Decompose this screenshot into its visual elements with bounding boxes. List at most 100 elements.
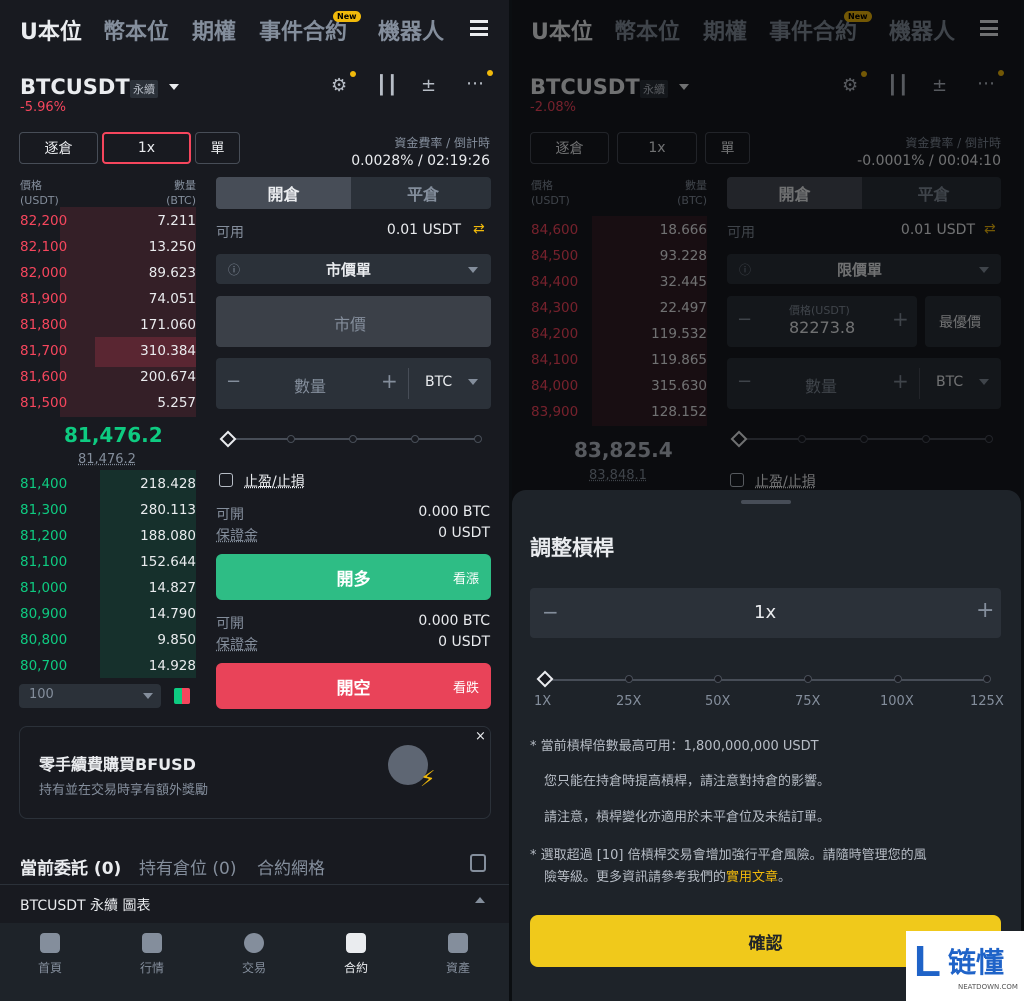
tab-open-orders[interactable]: 當前委託 (0) [20, 854, 121, 879]
bid-row[interactable]: 81,100 152.644 [20, 549, 196, 575]
slider-stop[interactable] [411, 435, 419, 443]
tab-positions[interactable]: 持有倉位 (0) [139, 854, 236, 879]
minus-icon[interactable]: − [737, 309, 752, 330]
chevron-up-icon[interactable] [475, 897, 485, 903]
sheet-handle[interactable] [741, 500, 791, 504]
quantity-input[interactable]: 數量 [805, 373, 837, 397]
tpsl-checkbox[interactable] [219, 473, 233, 487]
depth-select[interactable]: 100 [19, 684, 161, 708]
margin-label[interactable]: 保證金 [216, 525, 258, 545]
nav-home[interactable]: 首頁 [10, 933, 90, 976]
menu-icon[interactable] [980, 20, 998, 36]
plus-icon[interactable]: + [892, 307, 909, 331]
ask-row[interactable]: 82,000 89.623 [20, 260, 196, 286]
ask-row[interactable]: 81,800 171.060 [20, 312, 196, 338]
info-icon[interactable]: ⓘ [228, 261, 240, 278]
tab-open[interactable]: 開倉 [727, 177, 862, 209]
plus-icon[interactable]: + [381, 369, 398, 393]
slider-stop[interactable] [922, 435, 930, 443]
candlestick-icon[interactable]: ┃┃ [376, 75, 398, 96]
ask-row[interactable]: 81,600 200.674 [20, 364, 196, 390]
best-price-button[interactable]: 最優價 [925, 296, 1001, 347]
history-icon[interactable] [470, 854, 486, 872]
chevron-down-icon[interactable] [979, 379, 989, 385]
info-icon[interactable]: ⓘ [739, 261, 751, 278]
plus-icon[interactable]: + [892, 369, 909, 393]
slider-stop[interactable] [474, 435, 482, 443]
tab-coin-margin[interactable]: 幣本位 [103, 14, 169, 46]
ask-row[interactable]: 81,500 5.257 [20, 390, 196, 416]
tpsl-label[interactable]: 止盈/止損 [244, 471, 305, 491]
tpsl-checkbox[interactable] [730, 473, 744, 487]
chevron-down-icon[interactable] [679, 84, 689, 90]
price-stepper[interactable]: − 價格(USDT) 82273.8 + [727, 296, 917, 347]
bid-row[interactable]: 80,700 14.928 [20, 653, 196, 679]
slider-stop[interactable] [983, 675, 991, 683]
ask-row[interactable]: 81,900 74.051 [20, 286, 196, 312]
ask-row[interactable]: 83,900 128.152 [531, 399, 707, 425]
bid-row[interactable]: 80,800 9.850 [20, 627, 196, 653]
transfer-icon[interactable]: ⇄ [984, 221, 996, 237]
ask-row[interactable]: 82,200 7.211 [20, 208, 196, 234]
tab-bots[interactable]: 機器人 [378, 14, 444, 46]
nav-futures[interactable]: 合約 [316, 933, 396, 976]
open-short-button[interactable]: 開空 看跌 [216, 663, 491, 709]
sheet-slider-handle[interactable] [536, 670, 554, 688]
bid-row[interactable]: 81,000 14.827 [20, 575, 196, 601]
tab-u-margin[interactable]: U本位 [20, 14, 82, 46]
close-icon[interactable]: × [475, 729, 486, 744]
tab-options[interactable]: 期權 [192, 14, 236, 46]
quantity-input[interactable]: 數量 [294, 373, 326, 397]
tab-close[interactable]: 平倉 [866, 177, 1001, 209]
ask-row[interactable]: 81,700 310.384 [20, 338, 196, 364]
minus-icon[interactable]: − [737, 371, 752, 392]
leverage-button[interactable]: 1x [617, 132, 697, 164]
nav-assets[interactable]: 資產 [418, 933, 498, 976]
order-type-select[interactable]: ⓘ 限價單 [727, 254, 1001, 284]
bid-row[interactable]: 81,200 188.080 [20, 523, 196, 549]
nav-trade[interactable]: 交易 [214, 933, 294, 976]
slider-stop[interactable] [894, 675, 902, 683]
slider-stop[interactable] [860, 435, 868, 443]
slider-stop[interactable] [625, 675, 633, 683]
minus-icon[interactable]: − [226, 371, 241, 392]
margin-mode-button[interactable]: 逐倉 [19, 132, 98, 164]
tab-open[interactable]: 開倉 [216, 177, 351, 209]
ask-row[interactable]: 84,100 119.865 [531, 347, 707, 373]
quantity-stepper[interactable]: − 數量 + BTC [727, 358, 1001, 409]
ask-row[interactable]: 84,300 22.497 [531, 295, 707, 321]
more-icon[interactable]: ⋯ [466, 73, 484, 94]
slider-stop[interactable] [804, 675, 812, 683]
candlestick-icon[interactable]: ┃┃ [887, 75, 909, 96]
tpsl-label[interactable]: 止盈/止損 [755, 471, 816, 491]
bid-row[interactable]: 81,300 280.113 [20, 497, 196, 523]
slider-handle[interactable] [219, 430, 237, 448]
order-type-select[interactable]: ⓘ 市價單 [216, 254, 491, 284]
qty-unit[interactable]: BTC [425, 374, 452, 390]
ask-row[interactable]: 84,400 32.445 [531, 269, 707, 295]
slider-stop[interactable] [985, 435, 993, 443]
leverage-button[interactable]: 1x [102, 132, 191, 164]
promo-banner[interactable]: 零手續費購買BFUSD 持有並在交易時享有額外獎勵 ⚡ × [19, 726, 491, 819]
margin-mode-button[interactable]: 逐倉 [530, 132, 609, 164]
calculator-icon[interactable]: ± [932, 75, 947, 96]
ask-row[interactable]: 84,200 119.532 [531, 321, 707, 347]
symbol-title[interactable]: BTCUSDT [530, 75, 640, 99]
plus-icon[interactable]: + [976, 598, 994, 623]
bid-row[interactable]: 81,400 218.428 [20, 471, 196, 497]
slider-handle[interactable] [730, 430, 748, 448]
ask-row[interactable]: 84,000 315.630 [531, 373, 707, 399]
ask-row[interactable]: 84,600 18.666 [531, 217, 707, 243]
transfer-icon[interactable]: ⇄ [473, 221, 485, 237]
sheet-slider-track[interactable] [545, 679, 989, 681]
useful-article-link[interactable]: 實用文章 [726, 870, 778, 885]
slider-stop[interactable] [798, 435, 806, 443]
menu-icon[interactable] [470, 20, 488, 36]
tab-u-margin[interactable]: U本位 [531, 14, 593, 46]
ask-row[interactable]: 82,100 13.250 [20, 234, 196, 260]
calculator-icon[interactable]: ± [421, 75, 436, 96]
tab-close[interactable]: 平倉 [355, 177, 491, 209]
book-layout-icon[interactable] [174, 688, 190, 704]
tab-futures-grid[interactable]: 合約網格 [257, 854, 325, 879]
qty-unit[interactable]: BTC [936, 374, 963, 390]
